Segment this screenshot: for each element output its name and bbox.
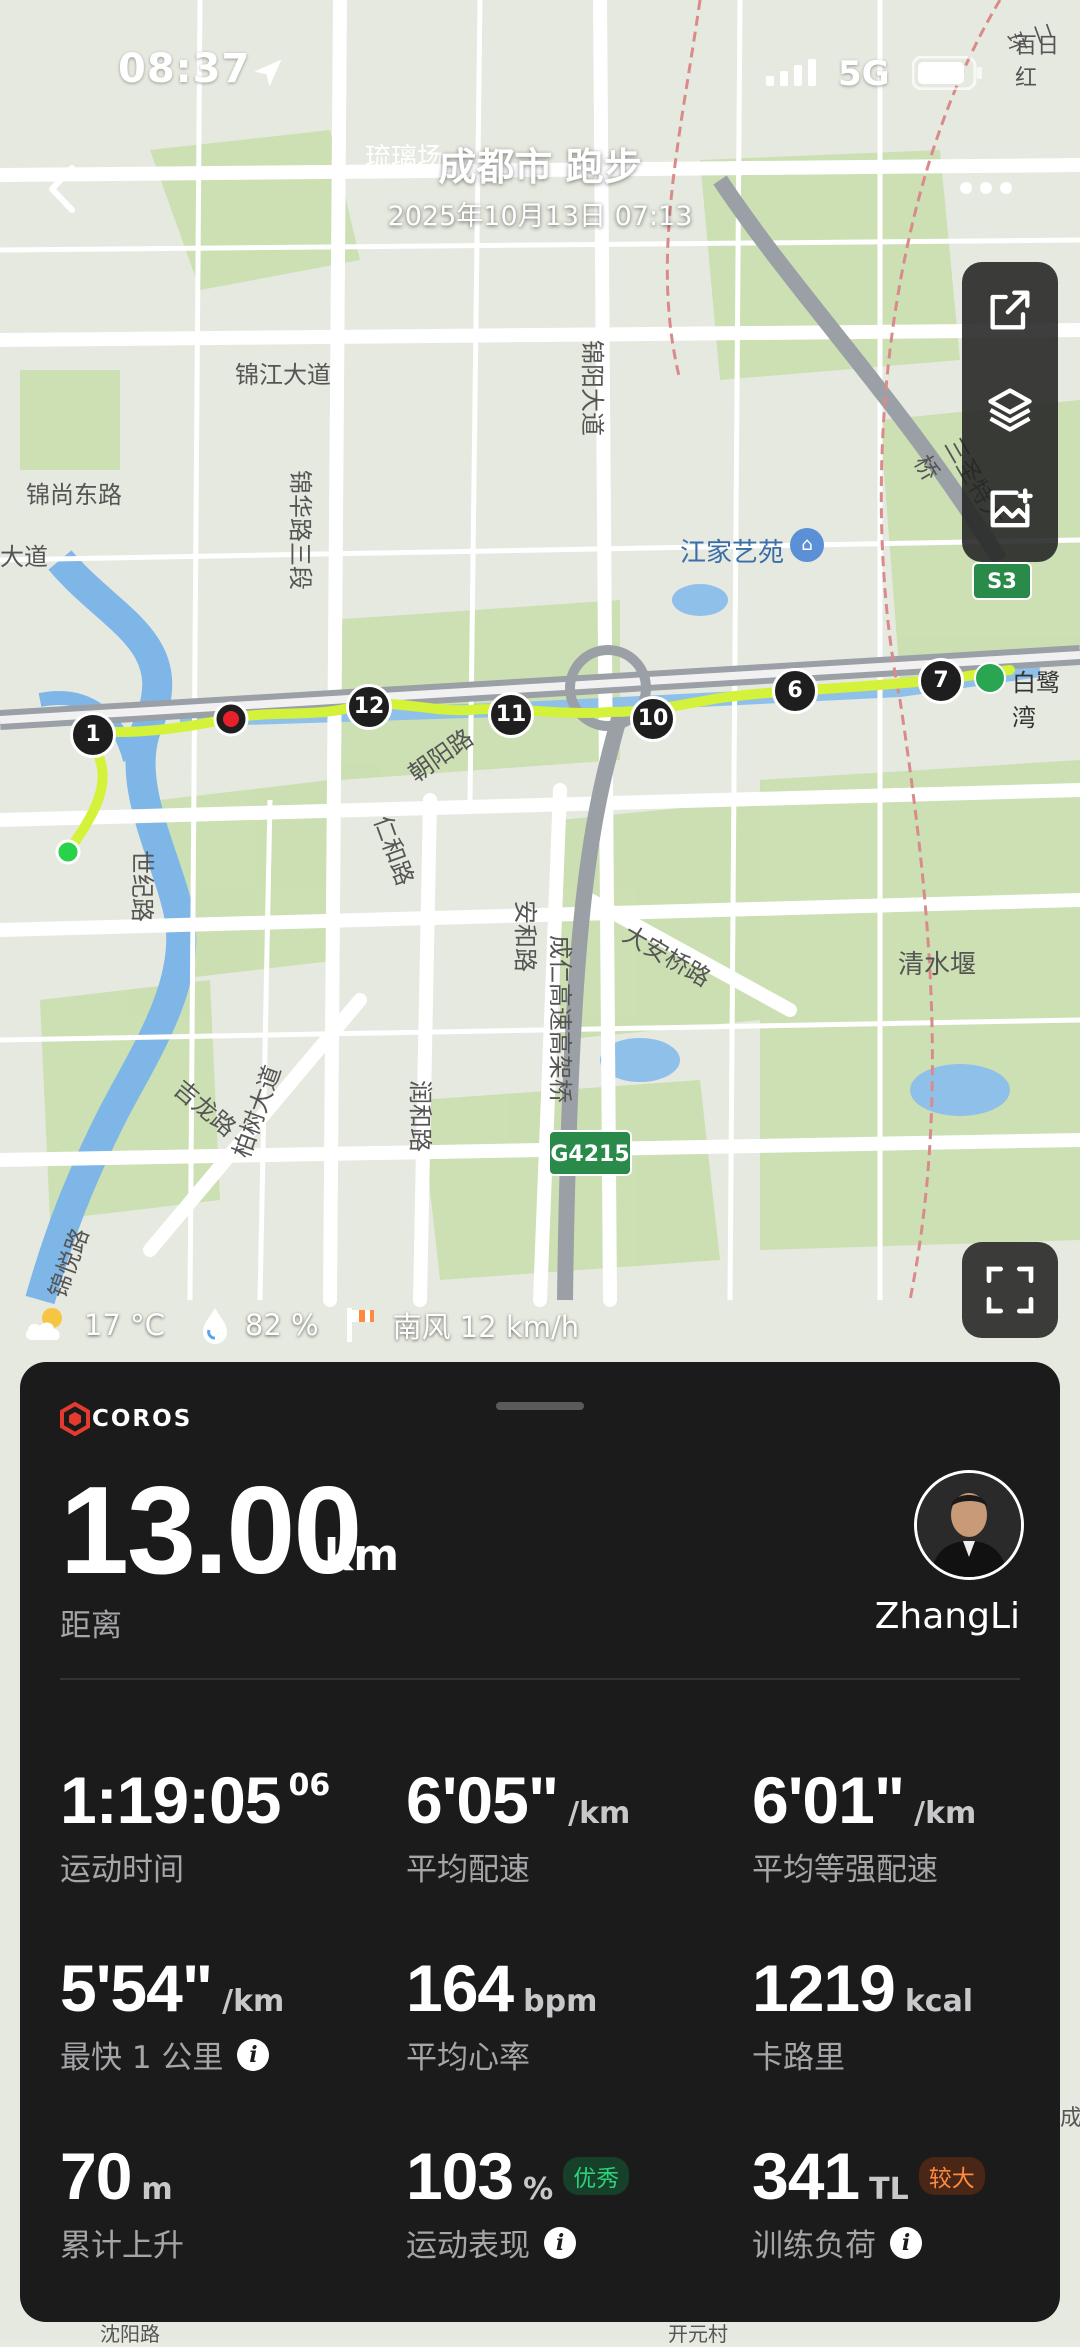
user-photo-icon xyxy=(917,1473,1021,1577)
map-label: 世纪路 xyxy=(128,850,156,922)
stat-unit: TL xyxy=(869,2172,909,2207)
map-label: 锦尚东路 xyxy=(26,481,122,509)
add-photo-icon[interactable] xyxy=(984,484,1036,536)
stat-value: 1:19:05 xyxy=(60,1763,281,1837)
map-label: 大道 xyxy=(0,543,48,571)
stat-unit: /km xyxy=(222,1984,285,2019)
km-marker[interactable]: 7 xyxy=(918,658,964,704)
avatar[interactable] xyxy=(914,1470,1024,1580)
km-marker[interactable]: 12 xyxy=(346,684,392,730)
stat-value: 164 xyxy=(406,1951,514,2025)
stat-value: 341 xyxy=(752,2139,860,2213)
battery-icon xyxy=(912,56,982,90)
map-label: 锦阳大道 xyxy=(578,340,606,436)
landmark-icon: ⌂ xyxy=(790,528,824,562)
signal-icon xyxy=(766,59,816,86)
status-time: 08:37 xyxy=(118,46,251,92)
share-icon[interactable] xyxy=(984,284,1036,336)
stat-unit: % xyxy=(523,2172,554,2207)
stat-value: 70 xyxy=(60,2139,132,2213)
humidity-icon xyxy=(202,1308,227,1344)
stat-unit: bpm xyxy=(523,1984,598,2019)
stat-duration: 1:19:05 06 运动时间 xyxy=(60,1762,330,1889)
divider xyxy=(60,1678,1020,1680)
info-icon[interactable]: i xyxy=(890,2226,922,2259)
map-label: 开元村 xyxy=(668,2322,728,2346)
coros-logo-icon xyxy=(60,1402,90,1436)
map-label: 锦江大道 xyxy=(235,361,331,389)
stat-avg-pace: 6'05" /km 平均配速 xyxy=(406,1762,630,1889)
stat-sub-value: 06 xyxy=(288,1768,331,1803)
stat-label: 平均心率 xyxy=(406,2040,530,2076)
stat-value: 1219 xyxy=(752,1951,896,2025)
more-icon[interactable] xyxy=(958,178,1014,198)
partly-cloudy-icon xyxy=(25,1308,62,1340)
map-label: 成仁高速高架桥 xyxy=(546,935,574,1103)
stat-elevation-gain: 70 m 累计上升 xyxy=(60,2138,184,2265)
map-label: 润和路 xyxy=(406,1080,434,1152)
brand-name: COROS xyxy=(92,1406,193,1432)
stat-label: 累计上升 xyxy=(60,2228,184,2264)
layers-icon[interactable] xyxy=(984,384,1036,436)
distance-unit: km xyxy=(324,1530,400,1581)
stat-unit: /km xyxy=(914,1796,977,1831)
stat-value: 6'01" xyxy=(752,1763,905,1837)
wind-icon xyxy=(346,1308,374,1342)
stat-unit: /km xyxy=(568,1796,631,1831)
stat-value: 6'05" xyxy=(406,1763,559,1837)
stat-unit: kcal xyxy=(904,1984,974,2019)
stat-label: 运动时间 xyxy=(60,1852,184,1888)
stat-label: 运动表现 xyxy=(406,2228,530,2264)
stat-value: 5'54" xyxy=(60,1951,213,2025)
drag-handle[interactable] xyxy=(496,1402,584,1410)
stat-performance: 103% 优秀 运动表现 i xyxy=(406,2138,630,2265)
stat-fastest-km: 5'54" /km 最快 1 公里 i xyxy=(60,1950,284,2077)
stat-label: 最快 1 公里 xyxy=(60,2040,224,2076)
road-shield: G4215 xyxy=(548,1130,632,1176)
wind: 南风 12 km/h xyxy=(392,1310,580,1344)
map-label: 沈阳路 xyxy=(100,2322,160,2346)
km-marker[interactable]: 11 xyxy=(488,692,534,738)
map-label: 清水堰 xyxy=(898,950,977,980)
map-label: 锦华路三段 xyxy=(286,470,314,590)
stat-calories: 1219 kcal 卡路里 xyxy=(752,1950,973,2077)
distance-label: 距离 xyxy=(60,1608,122,1644)
weather-bar: 17 °C 82 % 南风 12 km/h xyxy=(22,1300,593,1350)
stat-value: 103 xyxy=(406,2139,514,2213)
page-title: 成都市 跑步 xyxy=(438,145,642,189)
stat-unit: m xyxy=(141,2172,173,2207)
stat-label: 平均等强配速 xyxy=(752,1852,938,1888)
location-arrow-icon xyxy=(254,59,282,87)
distance-value: 13.00 xyxy=(60,1462,362,1600)
temperature: 17 °C xyxy=(84,1308,165,1342)
info-icon[interactable]: i xyxy=(544,2226,576,2259)
map-label: 江家艺苑 xyxy=(680,538,785,568)
stat-training-load: 341 TL 较大 训练负荷 i xyxy=(752,2138,985,2265)
stat-avg-heart-rate: 164 bpm 平均心率 xyxy=(406,1950,597,2077)
info-icon[interactable]: i xyxy=(237,2038,270,2071)
stat-label: 卡路里 xyxy=(752,2040,845,2076)
stat-label: 平均配速 xyxy=(406,1852,530,1888)
km-marker[interactable]: 6 xyxy=(772,668,818,714)
performance-badge: 优秀 xyxy=(563,2157,630,2195)
stat-avg-grade-pace: 6'01" /km 平均等强配速 xyxy=(752,1762,976,1889)
park-poi-icon xyxy=(974,662,1006,694)
activity-datetime: 2025年10月13日 07:13 xyxy=(387,201,693,232)
stat-label: 训练负荷 xyxy=(752,2228,876,2264)
fullscreen-icon xyxy=(986,1266,1034,1314)
km-marker[interactable]: 1 xyxy=(70,712,116,758)
map-label: 百日红 xyxy=(1015,34,1060,91)
map-label: 成 xyxy=(1060,2106,1080,2131)
user-name[interactable]: ZhangLi xyxy=(820,1596,1020,1637)
humidity: 82 % xyxy=(244,1308,319,1342)
load-badge: 较大 xyxy=(918,2157,985,2195)
map-label: 安和路 xyxy=(511,900,539,972)
network-type: 5G xyxy=(838,54,890,94)
road-shield: S3 xyxy=(972,562,1032,600)
km-marker[interactable]: 10 xyxy=(630,696,676,742)
map-label: 白鹭湾 xyxy=(1012,669,1060,732)
